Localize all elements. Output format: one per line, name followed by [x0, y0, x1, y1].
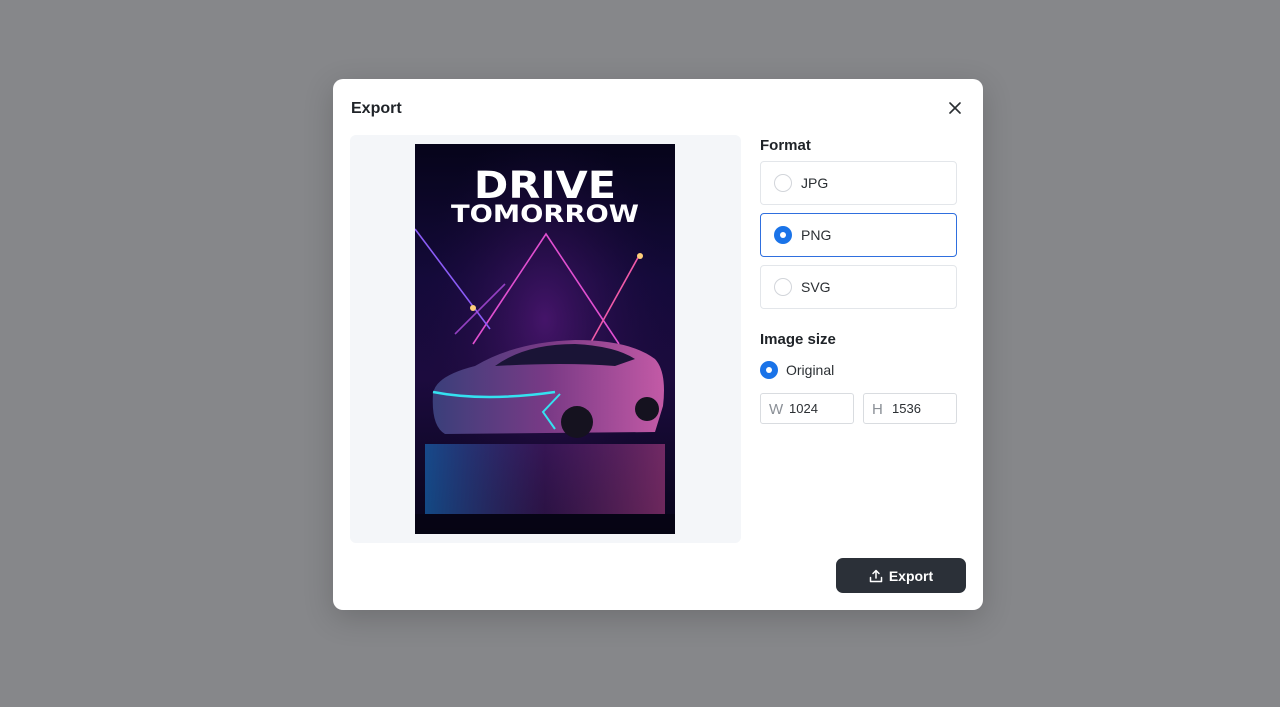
radio-svg[interactable]: [774, 278, 792, 296]
preview-area: DRIVE TOMORROW: [350, 135, 741, 543]
poster-title: DRIVE TOMORROW: [415, 164, 675, 229]
format-option-png[interactable]: PNG: [760, 213, 957, 257]
dialog-title: Export: [351, 100, 402, 117]
format-option-label: SVG: [801, 279, 831, 295]
format-label: Format: [760, 137, 811, 154]
radio-png[interactable]: [774, 226, 792, 244]
poster-preview-image: DRIVE TOMORROW: [415, 144, 675, 534]
format-option-label: PNG: [801, 227, 832, 243]
close-button[interactable]: [945, 98, 965, 118]
height-field[interactable]: H: [863, 393, 957, 424]
upload-icon: [869, 569, 883, 583]
width-input[interactable]: [789, 401, 849, 416]
options-panel: Format JPG PNG SVG Image size Original W…: [760, 137, 957, 424]
close-icon: [949, 102, 961, 114]
original-size-label: Original: [786, 362, 835, 378]
format-option-jpg[interactable]: JPG: [760, 161, 957, 205]
height-prefix: H: [872, 401, 883, 418]
image-size-label: Image size: [760, 331, 836, 348]
poster-title-line1: DRIVE: [473, 164, 617, 207]
radio-original[interactable]: [760, 361, 778, 379]
format-option-svg[interactable]: SVG: [760, 265, 957, 309]
export-dialog: Export DRIVE TOMORROW Format JPG PNG SVG…: [333, 79, 983, 610]
width-field[interactable]: W: [760, 393, 854, 424]
dimension-fields: W H: [760, 393, 957, 424]
original-size-option[interactable]: Original: [760, 361, 957, 379]
export-button[interactable]: Export: [836, 558, 966, 593]
width-prefix: W: [769, 401, 784, 418]
radio-jpg[interactable]: [774, 174, 792, 192]
export-button-label: Export: [888, 567, 934, 584]
poster-title-line2: TOMORROW: [451, 200, 639, 229]
format-option-label: JPG: [801, 175, 829, 191]
height-input[interactable]: [892, 401, 952, 416]
